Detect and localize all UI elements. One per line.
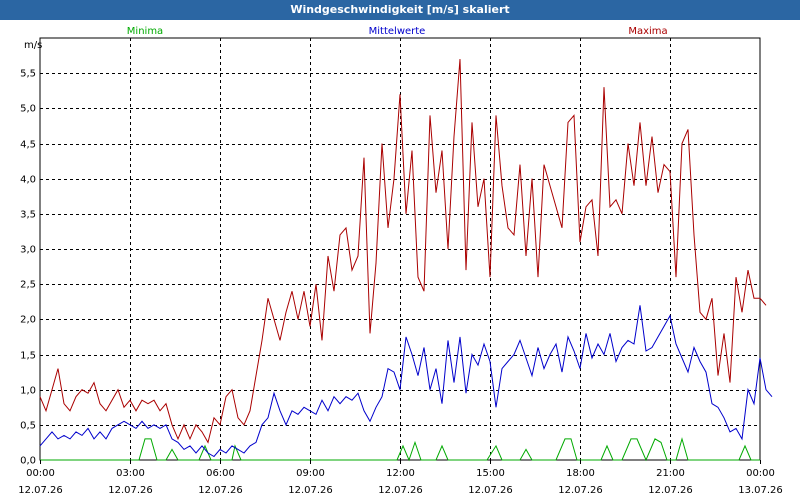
x-tick-time: 09:00: [296, 468, 325, 479]
y-tick-label: 5,0: [20, 104, 36, 115]
y-axis-ticks: 0,0 0,5 1,0 1,5 2,0 2,5 3,0 3,5 4,0 4,5 5,0 5,5: [20, 69, 36, 467]
x-tick-time: 00:00: [26, 468, 55, 479]
x-tick-date: 12.07.26: [18, 485, 63, 496]
y-axis-label: m/s: [24, 40, 42, 51]
x-tick-time: 12:00: [386, 468, 415, 479]
chart-window: Windgeschwindigkeit [m/s] skaliert m/s 0…: [0, 0, 800, 500]
x-tick-date: 12.07.26: [288, 485, 333, 496]
x-tick-time: 00:00: [746, 468, 775, 479]
y-tick-label: 3,5: [20, 210, 36, 221]
x-tick-time: 15:00: [476, 468, 505, 479]
y-tick-label: 1,5: [20, 351, 36, 362]
x-tick-date: 12.07.26: [378, 485, 423, 496]
y-tick-label: 2,0: [20, 315, 36, 326]
legend-minima: Minima: [127, 26, 163, 37]
x-tick-date: 12.07.26: [558, 485, 603, 496]
y-tick-label: 3,0: [20, 245, 36, 256]
x-tick-date: 13.07.26: [738, 485, 783, 496]
x-tick-date: 12.07.26: [468, 485, 513, 496]
legend-mittelwerte: Mittelwerte: [369, 26, 426, 37]
chart-canvas: m/s 0,0 0,5 1,0 1,5 2,0 2,5 3,0 3,5 4,0 4,5 5,0 5,5…: [18, 26, 783, 496]
y-tick-label: 4,0: [20, 175, 36, 186]
y-tick-label: 0,0: [20, 456, 36, 467]
y-tick-label: 4,5: [20, 140, 36, 151]
y-tick-label: 2,5: [20, 280, 36, 291]
x-tick-date: 12.07.26: [108, 485, 153, 496]
y-tick-label: 5,5: [20, 69, 36, 80]
x-tick-date: 12.07.26: [648, 485, 693, 496]
x-tick-date: 12.07.26: [198, 485, 243, 496]
x-tick-time: 03:00: [116, 468, 145, 479]
x-tick-time: 21:00: [656, 468, 685, 479]
y-tick-label: 1,0: [20, 386, 36, 397]
y-tick-label: 0,5: [20, 421, 36, 432]
x-tick-time: 18:00: [566, 468, 595, 479]
x-axis-ticks: 00:00 12.07.26 03:00 12.07.26 06:00 12.07.26 0…: [18, 460, 783, 496]
x-tick-time: 06:00: [206, 468, 235, 479]
legend-maxima: Maxima: [628, 26, 667, 37]
title-bar: Windgeschwindigkeit [m/s] skaliert: [0, 0, 800, 20]
